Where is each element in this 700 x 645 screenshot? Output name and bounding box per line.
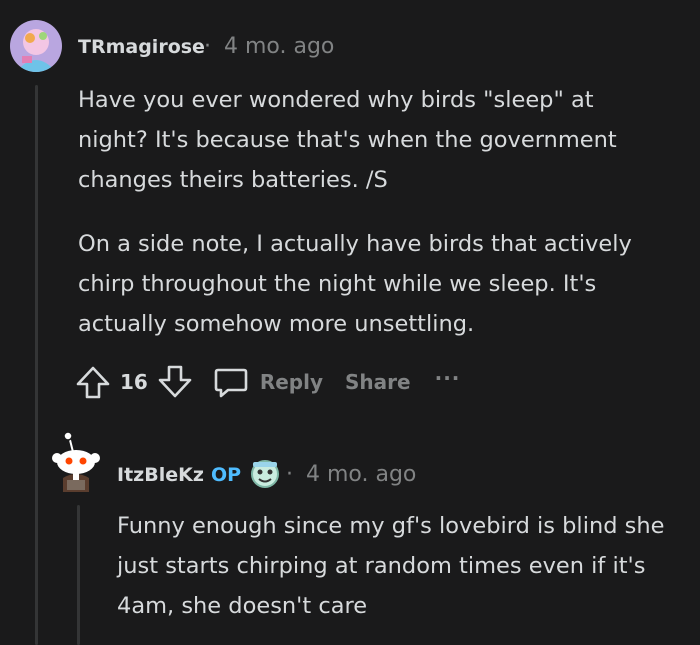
comment-author[interactable]: TRmagirose [78, 36, 205, 58]
comment-actions: 16 Reply Share ··· [74, 362, 460, 402]
reply-button[interactable]: Reply [212, 363, 323, 401]
avatar-itzblekz[interactable] [47, 430, 105, 492]
flair-icon [249, 457, 281, 493]
reply-label: Reply [259, 370, 324, 394]
vote-count: 16 [120, 370, 148, 394]
reply-paragraph: Funny enough since my gf's lovebird is b… [117, 513, 665, 619]
share-label: Share [345, 370, 411, 394]
more-icon: ··· [434, 366, 461, 390]
comment-icon [214, 368, 248, 398]
downvote-button[interactable] [156, 363, 194, 401]
reply-author[interactable]: ItzBleKz [117, 464, 204, 486]
op-badge: OP [211, 464, 242, 486]
thread-line-root[interactable] [35, 85, 38, 645]
comment-paragraph: On a side note, I actually have birds th… [78, 231, 632, 337]
more-options-button[interactable]: ··· [435, 366, 461, 394]
comment-timestamp[interactable]: 4 mo. ago [224, 34, 334, 59]
upvote-button[interactable] [74, 363, 112, 401]
avatar-trmagirose[interactable] [10, 20, 62, 72]
reply-timestamp[interactable]: 4 mo. ago [306, 462, 416, 487]
comment-paragraph: Have you ever wondered why birds "sleep"… [78, 87, 617, 193]
reply-meta: · 4 mo. ago [286, 462, 416, 487]
comment-meta: · 4 mo. ago [204, 34, 334, 59]
downvote-icon [158, 365, 192, 398]
meta-separator: · [286, 462, 293, 487]
thread-line-reply[interactable] [77, 505, 80, 645]
meta-separator: · [204, 34, 211, 59]
share-button[interactable]: Share [345, 370, 411, 394]
upvote-icon [76, 366, 110, 399]
